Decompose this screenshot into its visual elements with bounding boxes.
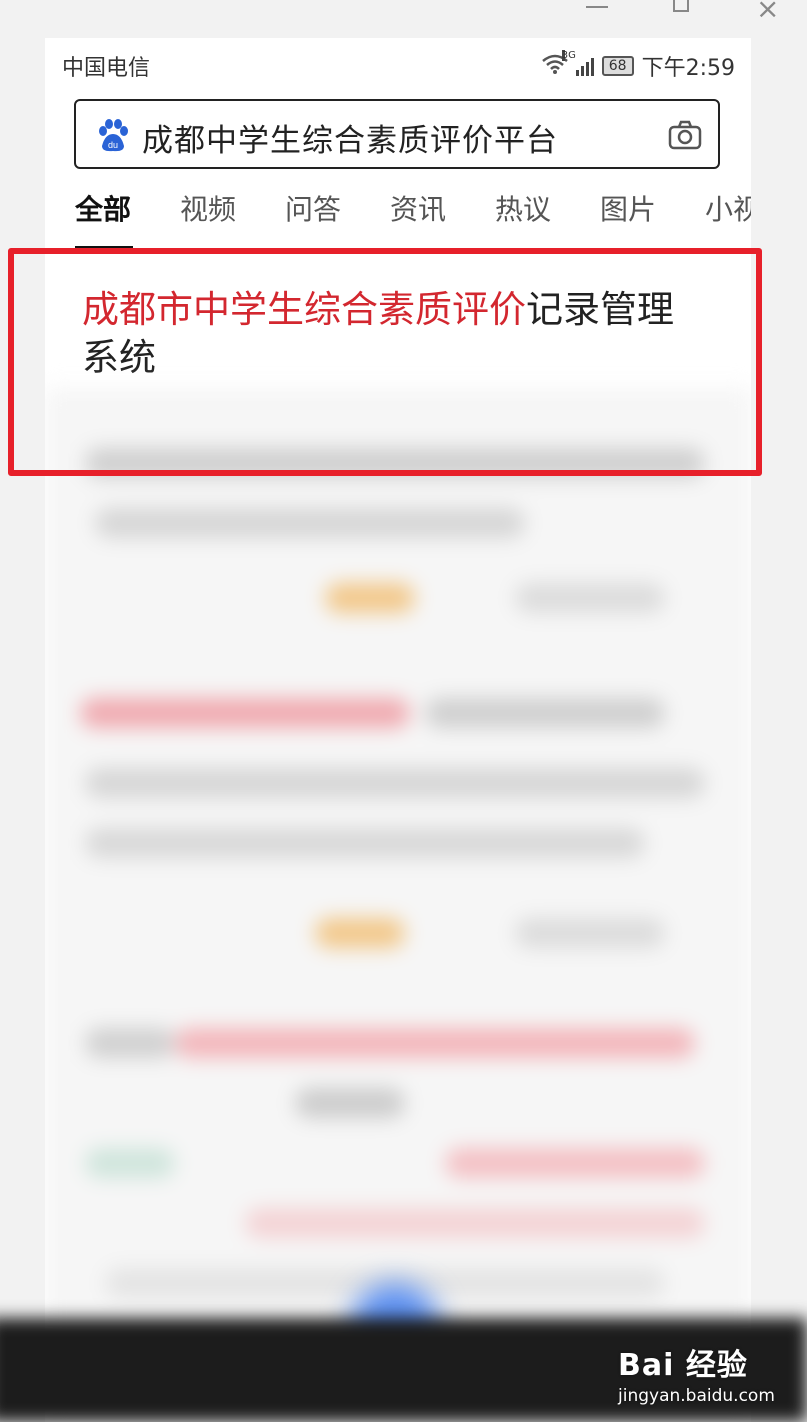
- tab-discussion[interactable]: 热议: [495, 188, 551, 228]
- close-icon[interactable]: ×: [756, 0, 779, 23]
- blurred-results: [45, 388, 751, 1422]
- tab-mini-video[interactable]: 小视: [705, 188, 751, 228]
- camera-icon[interactable]: [668, 120, 702, 150]
- search-box[interactable]: du 成都中学生综合素质评价平台: [74, 99, 720, 169]
- network-type-label: 3G: [561, 50, 576, 61]
- status-bar: 中国电信 3G 68 下午2:59: [45, 38, 751, 88]
- svg-text:du: du: [108, 140, 118, 150]
- phone-screen: 中国电信 3G 68 下午2:59 du 成都中学生综合素质评价平台 全部 视频…: [45, 38, 751, 1422]
- tab-qa[interactable]: 问答: [285, 188, 341, 228]
- tab-all[interactable]: 全部: [75, 188, 131, 228]
- minimize-icon[interactable]: [586, 6, 608, 8]
- battery-indicator: 68: [601, 56, 634, 76]
- maximize-icon[interactable]: [673, 0, 689, 12]
- tab-images[interactable]: 图片: [600, 188, 656, 228]
- status-indicators: 3G 68 下午2:59: [541, 50, 735, 82]
- red-highlight-frame: [8, 248, 762, 476]
- tab-video[interactable]: 视频: [180, 188, 236, 228]
- tab-news[interactable]: 资讯: [390, 188, 446, 228]
- search-query[interactable]: 成都中学生综合素质评价平台: [142, 115, 558, 160]
- carrier-label: 中国电信: [62, 56, 151, 81]
- baidu-jingyan-watermark: Bai 经验 jingyan.baidu.com: [618, 1340, 775, 1406]
- cell-signal-icon: 3G: [561, 50, 594, 76]
- baidu-paw-icon: du: [99, 119, 128, 152]
- clock: 下午2:59: [641, 56, 735, 81]
- watermark-url: jingyan.baidu.com: [618, 1386, 775, 1406]
- watermark-brand: Bai 经验: [618, 1348, 748, 1383]
- search-tabs: 全部 视频 问答 资讯 热议 图片 小视: [45, 188, 751, 248]
